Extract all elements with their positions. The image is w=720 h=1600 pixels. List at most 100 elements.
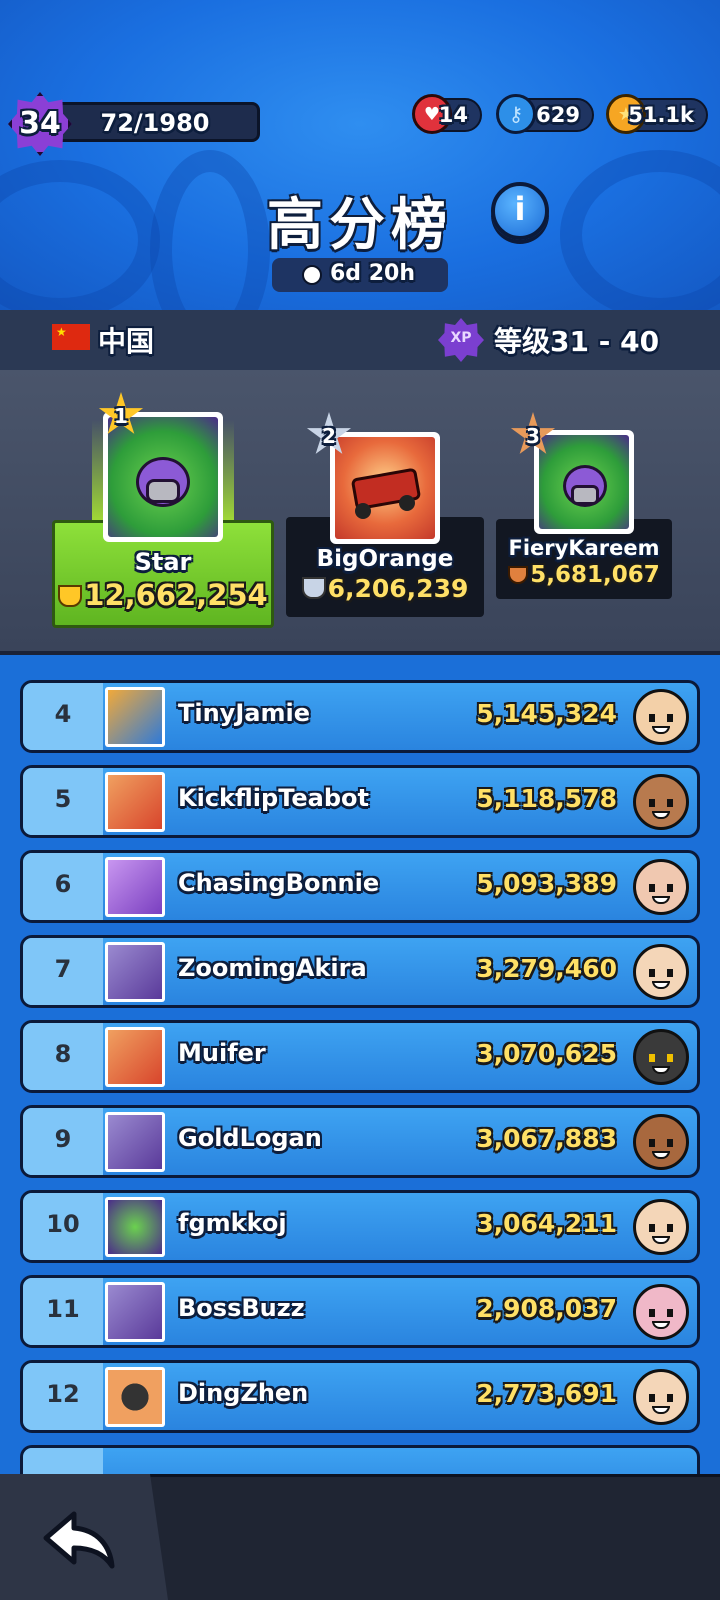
event-timer: 6d 20h <box>272 258 448 292</box>
player-name: Star <box>134 548 192 576</box>
rank-number: 2 <box>322 424 336 448</box>
avatar <box>105 1027 165 1087</box>
bronze-trophy-icon <box>508 566 529 584</box>
gold-trophy-icon <box>58 585 83 607</box>
player-name: BossBuzz <box>178 1294 305 1322</box>
character-face-icon <box>633 1369 689 1425</box>
row-rank: 11 <box>46 1295 80 1323</box>
avatar <box>105 1197 165 1257</box>
avatar <box>105 687 165 747</box>
character-face-icon <box>633 774 689 830</box>
keys-counter[interactable]: ⚷ 629 <box>496 94 594 134</box>
truck-avatar <box>335 437 435 539</box>
clock-icon <box>302 265 322 285</box>
player-name: KickflipTeabot <box>178 784 370 812</box>
level-range-filter[interactable]: 等级31 - 40 <box>494 320 659 360</box>
gasmask-avatar <box>539 435 629 529</box>
podium-first[interactable]: 1 Star 12,662,254 <box>52 392 274 630</box>
table-row[interactable]: 9 GoldLogan 3,067,883 <box>20 1105 700 1178</box>
key-icon: ⚷ <box>496 94 536 134</box>
xp-progress-bar: 72/1980 <box>50 102 260 142</box>
player-name: DingZhen <box>178 1379 309 1407</box>
player-score: 3,070,625 <box>476 1039 617 1068</box>
gasmask-avatar <box>108 417 218 537</box>
player-score: 5,145,324 <box>476 699 617 728</box>
player-score: 3,067,883 <box>476 1124 617 1153</box>
table-row[interactable]: 8 Muifer 3,070,625 <box>20 1020 700 1093</box>
avatar <box>103 412 223 542</box>
player-score: 2,908,037 <box>476 1294 617 1323</box>
row-rank: 4 <box>54 700 72 728</box>
silver-trophy-icon <box>301 577 326 599</box>
character-face-icon <box>633 1199 689 1255</box>
country-filter[interactable]: 中国 <box>98 320 154 360</box>
player-name: ChasingBonnie <box>178 869 380 897</box>
podium: 1 Star 12,662,254 2 BigOrange 6,206,239 <box>0 370 720 655</box>
coins-value: 51.1k <box>628 103 694 127</box>
xp-progress-text: 72/1980 <box>100 109 210 137</box>
player-name: FieryKareem <box>508 536 660 560</box>
row-rank: 12 <box>46 1380 80 1408</box>
back-arrow-icon[interactable] <box>40 1508 120 1572</box>
character-face-icon <box>633 1029 689 1085</box>
player-score: 3,064,211 <box>476 1209 617 1238</box>
player-score: 12,662,254 <box>52 578 274 612</box>
rank-number: 3 <box>526 424 540 448</box>
player-name: Muifer <box>178 1039 266 1067</box>
rank-number: 1 <box>114 404 128 428</box>
avatar <box>105 942 165 1002</box>
row-rank: 9 <box>54 1125 72 1153</box>
name-plate: FieryKareem 5,681,067 <box>496 536 672 588</box>
table-row[interactable]: 10 fgmkkoj 3,064,211 <box>20 1190 700 1263</box>
player-name: TinyJamie <box>178 699 310 727</box>
player-name: GoldLogan <box>178 1124 322 1152</box>
avatar <box>105 1112 165 1172</box>
energy-value: 14 <box>438 103 468 127</box>
player-name: BigOrange <box>316 546 454 572</box>
name-plate: Star 12,662,254 <box>52 548 274 612</box>
avatar <box>105 1367 165 1427</box>
row-rank: 8 <box>54 1040 72 1068</box>
character-face-icon <box>633 1284 689 1340</box>
player-score: 3,279,460 <box>476 954 617 983</box>
row-rank: 7 <box>54 955 72 983</box>
table-row[interactable]: 4 TinyJamie 5,145,324 <box>20 680 700 753</box>
info-icon: i <box>514 190 526 228</box>
avatar <box>105 1282 165 1342</box>
energy-counter[interactable]: ♥ 14 <box>412 94 482 134</box>
player-score: 5,681,067 <box>496 562 672 588</box>
xp-label: XP <box>450 330 472 346</box>
player-score: 6,206,239 <box>286 574 484 603</box>
table-row[interactable]: 6 ChasingBonnie 5,093,389 <box>20 850 700 923</box>
xp-badge-icon: XP <box>438 318 484 362</box>
character-face-icon <box>633 1114 689 1170</box>
podium-second[interactable]: 2 BigOrange 6,206,239 <box>286 412 484 620</box>
table-row[interactable]: 7 ZoomingAkira 3,279,460 <box>20 935 700 1008</box>
character-face-icon <box>633 689 689 745</box>
character-face-icon <box>633 859 689 915</box>
podium-third[interactable]: 3 FieryKareem 5,681,067 <box>496 412 672 618</box>
table-row[interactable]: 12 DingZhen 2,773,691 <box>20 1360 700 1433</box>
info-button[interactable]: i <box>491 182 549 240</box>
level-number: 34 <box>19 106 61 141</box>
row-rank: 6 <box>54 870 72 898</box>
table-row[interactable]: 5 KickflipTeabot 5,118,578 <box>20 765 700 838</box>
filter-bar: ★ 中国 XP 等级31 - 40 <box>0 310 720 370</box>
avatar <box>105 857 165 917</box>
table-row[interactable]: 11 BossBuzz 2,908,037 <box>20 1275 700 1348</box>
row-rank: 10 <box>46 1210 80 1238</box>
page-title: 高分榜 <box>267 193 453 258</box>
keys-value: 629 <box>536 103 580 127</box>
character-face-icon <box>633 944 689 1000</box>
player-name: ZoomingAkira <box>178 954 367 982</box>
player-score: 5,093,389 <box>476 869 617 898</box>
row-rank: 5 <box>54 785 72 813</box>
player-score: 5,118,578 <box>476 784 617 813</box>
china-flag-icon: ★ <box>52 324 90 350</box>
player-score: 2,773,691 <box>476 1379 617 1408</box>
timer-text: 6d 20h <box>330 261 415 286</box>
avatar <box>105 772 165 832</box>
name-plate: BigOrange 6,206,239 <box>286 546 484 603</box>
coins-counter[interactable]: ★ 51.1k <box>606 94 708 134</box>
avatar <box>330 432 440 544</box>
